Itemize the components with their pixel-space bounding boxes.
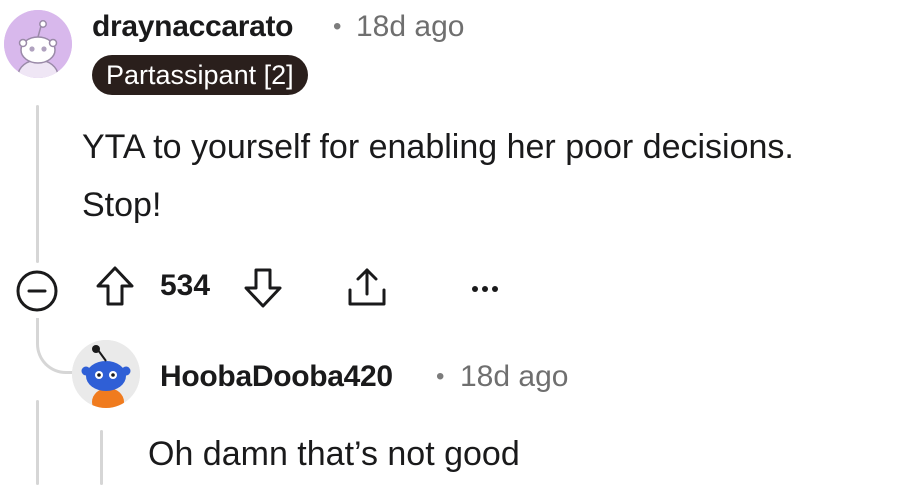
comment-timestamp: 18d ago [356,10,465,43]
snoo-avatar-icon [4,10,72,78]
reply-avatar[interactable] [72,340,140,408]
vote-count: 534 [160,269,211,302]
comment-body-line-2: Stop! [82,186,162,224]
upvote-icon[interactable] [94,264,136,315]
reply-username[interactable]: HoobaDooba420 [160,360,393,394]
snoo-avatar-icon [72,340,140,408]
avatar[interactable] [4,10,72,78]
comment-body-line-1: YTA to yourself for enabling her poor de… [82,128,794,166]
reply-timestamp: 18d ago [460,360,569,393]
thread-line [36,105,39,263]
comment-username[interactable]: draynaccarato [92,10,294,44]
reply-connector [36,318,74,374]
reply-thread-line [100,430,103,485]
user-flair: Partassipant [2] [92,55,308,95]
collapse-icon[interactable] [15,269,59,318]
reply-meta-separator: • [436,363,445,390]
more-options-icon[interactable] [470,281,500,299]
meta-separator: • [333,13,342,40]
reply-body: Oh damn that’s not good [148,435,520,473]
thread-line-lower [36,400,39,485]
downvote-icon[interactable] [242,264,284,315]
share-icon[interactable] [344,264,390,315]
